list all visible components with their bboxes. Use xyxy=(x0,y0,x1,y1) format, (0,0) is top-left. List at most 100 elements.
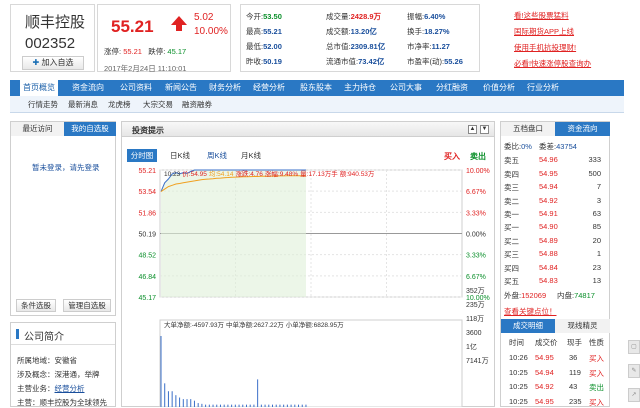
nav-item[interactable]: 主力持仓 xyxy=(344,80,376,96)
info-avg: 均:54.14 xyxy=(209,169,234,178)
intro-row: 所属地域：安徽省 xyxy=(17,355,77,366)
share-icon[interactable]: ↗ xyxy=(628,388,640,402)
chart-panel: 投资提示 ▲ ▼ 分时图 日K线 周K线 月K线 买入 卖出 55.21 10.0… xyxy=(121,121,495,407)
nav-item[interactable]: 首页概览 xyxy=(20,80,58,96)
volume-tick-label: 118万 xyxy=(466,315,484,323)
tab-capital-flow[interactable]: 资金流向 xyxy=(555,122,610,136)
price-tick-label: 55.21 xyxy=(138,168,156,175)
scroll-down-icon[interactable]: ▼ xyxy=(480,125,489,134)
trade-col-header: 现手 xyxy=(567,338,582,347)
subnav-item[interactable]: 龙虎榜 xyxy=(108,99,131,110)
add-favorite-button[interactable]: ✚ 加入自选 xyxy=(22,56,84,70)
inner-volume: 内盘:74817 xyxy=(557,290,595,301)
tab-order-book[interactable]: 五档盘口 xyxy=(501,122,555,136)
subnav-item[interactable]: 最新消息 xyxy=(68,99,98,110)
sell-link[interactable]: 卖出 xyxy=(470,151,486,162)
intro-value[interactable]: 经营分析 xyxy=(55,384,85,393)
nav-item[interactable]: 价值分析 xyxy=(483,80,515,96)
subnav-item[interactable]: 大宗交易 xyxy=(143,99,173,110)
nav-item[interactable]: 行业分析 xyxy=(527,80,559,96)
tab-trade-sprite[interactable]: 现线精灵 xyxy=(555,319,610,333)
info-pct: 涨幅:9.48% xyxy=(265,169,298,178)
intraday-chart[interactable]: 55.21 10.00% 53.54 6.67% 51.86 3.33% 50.19 0.00… xyxy=(122,162,494,407)
stat-label: 最高: xyxy=(246,27,264,36)
trade-time: 10:25 xyxy=(509,367,528,377)
order-price: 54.94 xyxy=(539,182,558,191)
scroll-up-icon[interactable]: ▲ xyxy=(468,125,477,134)
tab-monthly-k[interactable]: 月K线 xyxy=(236,149,266,162)
stat-item: 最低:52.00 xyxy=(246,41,282,52)
stat-value: 11.27 xyxy=(431,42,450,51)
nav-item[interactable]: 经营分析 xyxy=(253,80,285,96)
limit-down-value: 45.17 xyxy=(167,47,187,56)
outer-volume: 外盘:152069 xyxy=(504,290,546,301)
ad-link-2[interactable]: 国际期货APP上线 xyxy=(514,26,574,37)
nav-item[interactable]: 股东股本 xyxy=(300,80,332,96)
nav-item[interactable]: 公司资料 xyxy=(120,80,152,96)
weicha-value: 43754 xyxy=(556,142,577,151)
trade-type: 买入 xyxy=(589,397,604,407)
tab-my-stocks[interactable]: 我的自选股 xyxy=(64,122,116,136)
order-volume: 63 xyxy=(592,209,601,218)
stat-label: 市盈率(动): xyxy=(407,57,445,66)
nav-item[interactable]: 资金流向 xyxy=(72,80,104,96)
watchlist-panel: 最近访问 我的自选股 暂未登录，请先登录 条件选股 管理自选股 xyxy=(10,121,116,316)
ad-links: 看!这些股票猛料 国际期货APP上线 使用手机抗投理财! 必看!快速涨停股查询办 xyxy=(510,4,624,72)
price-tick-label: 48.52 xyxy=(138,253,156,260)
condition-select-button[interactable]: 条件选股 xyxy=(16,299,56,312)
buy-link[interactable]: 买入 xyxy=(444,151,460,162)
order-volume: 20 xyxy=(592,235,601,245)
ad-link-3[interactable]: 使用手机抗投理财! xyxy=(514,42,576,53)
tab-daily-k[interactable]: 日K线 xyxy=(165,149,195,162)
pct-tick-label: 6.67% xyxy=(466,189,486,196)
stat-item: 总市值:2309.81亿 xyxy=(326,41,385,52)
login-prompt[interactable]: 暂未登录，请先登录 xyxy=(32,162,100,173)
intro-row: 主营：顺丰控股为全球领先 xyxy=(17,397,107,408)
weicha: 委差:43754 xyxy=(539,141,577,152)
subnav-item[interactable]: 融资融券 xyxy=(182,99,212,110)
info-vol: 量:17.13万手 xyxy=(300,169,338,178)
nav-item[interactable]: 新闻公告 xyxy=(165,80,197,96)
trade-time: 10:26 xyxy=(509,353,528,362)
info-time: 10:23 xyxy=(164,171,181,178)
trade-vol: 235 xyxy=(569,396,582,406)
order-price: 54.88 xyxy=(539,249,558,258)
info-chg: 涨跌:4.76 xyxy=(235,169,263,178)
order-label: 卖三 xyxy=(504,183,519,192)
ad-link-4[interactable]: 必看!快速涨停股查询办 xyxy=(514,58,591,69)
feedback-icon[interactable]: ✎ xyxy=(628,364,640,378)
chart-panel-title: 投资提示 xyxy=(132,126,164,135)
volume-tick-label: 352万 xyxy=(466,287,485,295)
stock-id-box: 顺丰控股 002352 ✚ 加入自选 xyxy=(10,4,95,72)
trade-type: 卖出 xyxy=(589,383,604,392)
chat-icon[interactable]: ▢ xyxy=(628,340,640,354)
stat-label: 振幅: xyxy=(407,12,425,21)
tab-recent[interactable]: 最近访问 xyxy=(11,122,64,136)
trade-type: 买入 xyxy=(589,368,604,378)
capital-flow-line: 大单净额:-4597.93万 中单净额:2627.22万 小单净额:6828.95万 xyxy=(164,320,344,329)
stat-value: 55.21 xyxy=(263,27,282,36)
intro-label: 涉及概念： xyxy=(17,370,55,379)
order-price: 54.90 xyxy=(539,222,558,231)
weibi-label: 委比: xyxy=(504,142,522,151)
trade-price: 54.95 xyxy=(535,396,554,406)
key-points-link[interactable]: 查看关键点位！ xyxy=(504,306,557,317)
intro-label: 所属地域： xyxy=(17,356,55,365)
nav-item[interactable]: 财务分析 xyxy=(209,80,241,96)
manage-watchlist-button[interactable]: 管理自选股 xyxy=(63,299,111,312)
stock-code: 002352 xyxy=(25,35,76,52)
subnav-item[interactable]: 行情走势 xyxy=(28,99,58,110)
trade-price: 54.94 xyxy=(535,367,554,377)
tab-trade-detail[interactable]: 成交明细 xyxy=(501,319,555,333)
stat-label: 总市值: xyxy=(326,42,351,51)
nav-item[interactable]: 公司大事 xyxy=(390,80,422,96)
trade-vol: 36 xyxy=(569,353,578,362)
stat-label: 最低: xyxy=(246,42,264,51)
order-volume: 333 xyxy=(588,155,601,164)
nav-item[interactable]: 分红融资 xyxy=(436,80,468,96)
tab-weekly-k[interactable]: 周K线 xyxy=(202,149,232,162)
plus-icon: ✚ xyxy=(32,58,40,67)
tab-intraday[interactable]: 分时图 xyxy=(127,149,157,162)
ad-link-1[interactable]: 看!这些股票猛料 xyxy=(514,10,569,21)
stat-item: 成交额:13.20亿 xyxy=(326,26,377,37)
